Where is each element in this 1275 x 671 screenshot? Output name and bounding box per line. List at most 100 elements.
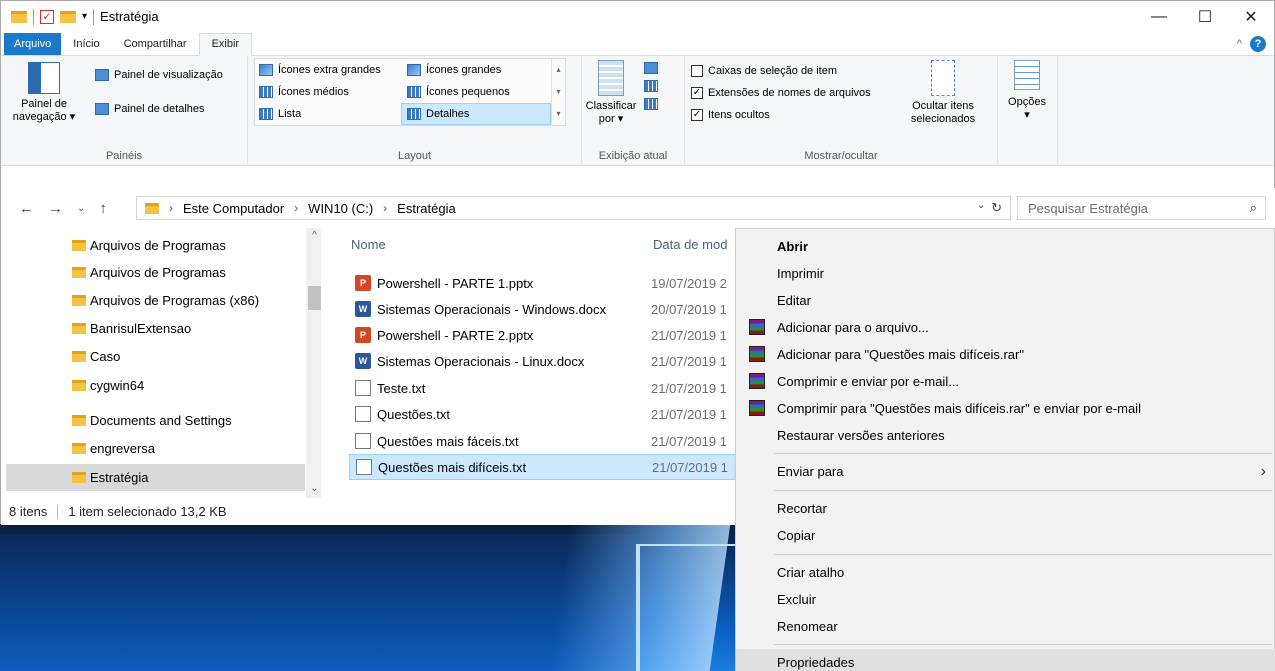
details-pane-icon — [95, 103, 109, 115]
up-arrow-icon[interactable]: ↑ — [99, 200, 107, 217]
menu-item-add-to-archive[interactable]: Adicionar para o arquivo... — [736, 314, 1275, 341]
menu-item-imprimir[interactable]: Imprimir — [736, 260, 1275, 287]
nav-item-cygwin64[interactable]: cygwin64 — [6, 372, 305, 399]
word-file-icon: W — [355, 301, 371, 317]
file-row[interactable]: Questões.txt 21/07/2019 1 — [349, 401, 749, 427]
checkbox-checked[interactable]: ✓ — [691, 87, 703, 99]
menu-item-copiar[interactable]: Copiar — [736, 522, 1275, 549]
breadcrumb[interactable]: › Este Computador › WIN10 (C:) › Estraté… — [136, 196, 1011, 220]
column-header-date[interactable]: Data de mod — [653, 237, 727, 252]
maximize-button[interactable]: ☐ — [1182, 1, 1228, 32]
group-layout: Ícones extra grandes Ícones grandes Ícon… — [248, 56, 582, 166]
help-icon[interactable]: ? — [1250, 36, 1266, 52]
options-icon — [1014, 60, 1040, 90]
forward-arrow-icon[interactable]: → — [48, 200, 63, 217]
tab-arquivo[interactable]: Arquivo — [4, 33, 62, 55]
scroll-thumb[interactable] — [308, 286, 321, 310]
nav-item-engreversa[interactable]: engreversa — [6, 435, 305, 462]
layout-scroll[interactable]: ▴ ▾ ▾ — [551, 59, 565, 125]
ribbon: Painel de navegação ▾ Painel de visualiz… — [1, 56, 1274, 166]
recent-locations-icon[interactable]: ⌄ — [77, 203, 85, 214]
menu-item-editar[interactable]: Editar — [736, 287, 1275, 314]
search-input[interactable]: Pesquisar Estratégia — [1028, 201, 1148, 216]
new-folder-icon[interactable] — [60, 10, 76, 23]
column-header-name[interactable]: Nome — [351, 237, 386, 252]
sort-icon — [598, 60, 624, 96]
extra-large-icons-icon — [259, 64, 273, 76]
file-row[interactable]: P Powershell - PARTE 2.pptx 21/07/2019 1 — [349, 322, 749, 348]
menu-item-excluir[interactable]: Excluir — [736, 586, 1275, 613]
size-columns-icon[interactable] — [644, 98, 658, 110]
nav-item-estrategia[interactable]: Estratégia — [6, 464, 305, 491]
menu-item-add-to-rar[interactable]: Adicionar para "Questões mais difíceis.r… — [736, 341, 1275, 368]
breadcrumb-this-pc[interactable]: Este Computador — [183, 201, 284, 216]
nav-item-arquivos-de-programas-x86[interactable]: Arquivos de Programas (x86) — [6, 287, 305, 314]
hide-selected-items-button[interactable]: Ocultar itens selecionados — [901, 60, 985, 126]
navigation-pane-icon — [28, 62, 60, 94]
group-label-paineis: Painéis — [105, 150, 143, 162]
layout-medium-icons[interactable]: Ícones médios — [259, 81, 349, 103]
nav-item-caso[interactable]: Caso — [6, 343, 305, 370]
checkbox-checked[interactable]: ✓ — [691, 109, 703, 121]
file-row-selected[interactable]: Questões mais difíceis.txt 21/07/2019 1 — [349, 454, 749, 480]
layout-details[interactable]: Detalhes — [401, 103, 551, 125]
menu-item-recortar[interactable]: Recortar — [736, 495, 1275, 522]
text-file-icon — [355, 433, 371, 449]
menu-item-propriedades[interactable]: Propriedades — [736, 649, 1275, 671]
layout-large-icons[interactable]: Ícones grandes — [407, 59, 501, 81]
nav-item-arquivos-de-programas[interactable]: Arquivos de Programas — [6, 259, 305, 286]
navigation-pane-button[interactable]: Painel de navegação ▾ — [9, 62, 79, 124]
tab-exibir[interactable]: Exibir — [198, 33, 253, 56]
options-button[interactable]: Opções ▾ — [1004, 60, 1050, 122]
details-pane-button[interactable]: Painel de detalhes — [95, 98, 223, 120]
menu-item-renomear[interactable]: Renomear — [736, 613, 1275, 640]
menu-item-criar-atalho[interactable]: Criar atalho — [736, 559, 1275, 586]
address-dropdown-icon[interactable]: ⌄ — [977, 200, 985, 216]
quick-access-toolbar: ✓ ▾ — [1, 8, 95, 25]
layout-extra-large-icons[interactable]: Ícones extra grandes — [259, 59, 381, 81]
group-label-exibicao-atual: Exibição atual — [598, 150, 668, 162]
minimize-button[interactable]: — — [1136, 1, 1182, 32]
checkbox-file-extensions[interactable]: ✓ Extensões de nomes de arquivos — [691, 82, 871, 104]
refresh-icon[interactable]: ↻ — [991, 200, 1002, 216]
file-row[interactable]: W Sistemas Operacionais - Windows.docx 2… — [349, 296, 749, 322]
winrar-icon — [749, 373, 765, 389]
layout-list[interactable]: Lista — [259, 103, 301, 125]
qat-dropdown-icon[interactable]: ▾ — [82, 11, 87, 22]
group-by-icon[interactable] — [644, 62, 658, 74]
nav-item-arquivos-de-programas-shortcut[interactable]: Arquivos de Programas — [6, 232, 305, 259]
nav-item-documents-and-settings[interactable]: Documents and Settings — [6, 407, 305, 434]
add-columns-icon[interactable] — [644, 80, 658, 92]
file-row[interactable]: W Sistemas Operacionais - Linux.docx 21/… — [349, 348, 749, 374]
menu-item-restore-versions[interactable]: Restaurar versões anteriores — [736, 422, 1275, 449]
search-box[interactable]: Pesquisar Estratégia ⌕ — [1017, 196, 1266, 220]
sort-by-button[interactable]: Classificar por ▾ — [586, 60, 636, 126]
menu-item-abrir[interactable]: Abrir — [736, 233, 1275, 260]
winrar-icon — [749, 346, 765, 362]
file-row[interactable]: P Powershell - PARTE 1.pptx 19/07/2019 2 — [349, 270, 749, 296]
menu-item-compress-email[interactable]: Comprimir e enviar por e-mail... — [736, 368, 1275, 395]
back-arrow-icon[interactable]: ← — [19, 200, 34, 217]
preview-pane-button[interactable]: Painel de visualização — [95, 64, 223, 86]
breadcrumb-drive[interactable]: WIN10 (C:) — [308, 201, 373, 216]
text-file-icon — [355, 406, 371, 422]
file-row[interactable]: Teste.txt 21/07/2019 1 — [349, 375, 749, 401]
checkbox-hidden-items[interactable]: ✓ Itens ocultos — [691, 104, 871, 126]
medium-icons-icon — [259, 86, 273, 98]
collapse-ribbon-icon[interactable]: ^ — [1237, 38, 1242, 50]
menu-item-send-to[interactable]: Enviar para › — [736, 458, 1275, 485]
properties-icon[interactable]: ✓ — [40, 9, 54, 24]
tab-compartilhar[interactable]: Compartilhar — [112, 34, 199, 55]
checkbox-item-checkboxes[interactable]: Caixas de seleção de item — [691, 60, 871, 82]
tab-inicio[interactable]: Início — [61, 34, 111, 55]
menu-item-compress-rar-email[interactable]: Comprimir para "Questões mais difíceis.r… — [736, 395, 1275, 422]
layout-small-icons[interactable]: Ícones pequenos — [407, 81, 510, 103]
close-button[interactable]: ✕ — [1228, 1, 1274, 32]
preview-pane-icon — [95, 69, 109, 81]
checkbox-unchecked[interactable] — [691, 65, 703, 77]
nav-item-banrisulextensao[interactable]: BanrisulExtensao — [6, 315, 305, 342]
file-row[interactable]: Questões mais fáceis.txt 21/07/2019 1 — [349, 428, 749, 454]
window-title: Estratégia — [100, 9, 159, 24]
group-label-layout: Layout — [397, 150, 432, 162]
breadcrumb-current[interactable]: Estratégia — [397, 201, 456, 216]
